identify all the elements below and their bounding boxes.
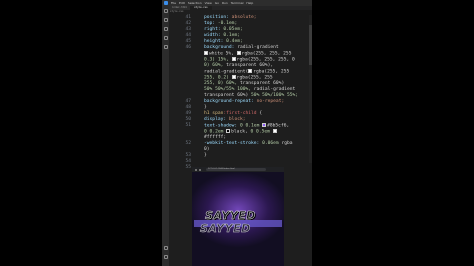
code-token: absolute;	[231, 15, 257, 20]
gear-icon[interactable]	[163, 255, 168, 259]
account-icon[interactable]	[163, 246, 168, 250]
code-token: right:	[204, 27, 224, 32]
code-token: top:	[204, 21, 218, 26]
color-swatch-icon[interactable]	[231, 57, 236, 61]
code-token: 0.1em;	[223, 33, 240, 38]
code-token: }	[204, 153, 207, 158]
vscode-window: File Edit Selection View Go Run Terminal…	[162, 0, 312, 266]
code-token: transparent 60%),	[226, 63, 274, 68]
code-token: no-repeat;	[256, 99, 285, 104]
code-token: rgba(255, 255	[236, 75, 273, 81]
code-token: position:	[204, 15, 232, 20]
code-editor[interactable]: 41 position: absolute; 42 top: -0.1em; 43 rig…	[169, 15, 312, 170]
heading-line-2: SAYYED	[200, 222, 251, 235]
code-token: 0.3) 15%,	[204, 57, 232, 63]
code-token: width:	[204, 33, 224, 38]
code-token: 50% 50%/100% 55%;	[251, 93, 299, 98]
code-token: rgba(255, 255	[253, 69, 290, 75]
editor-tabs: index.html style.css	[169, 6, 312, 10]
code-token: 0 0.5em	[250, 129, 273, 135]
color-swatch-icon[interactable]	[231, 75, 236, 79]
code-token: radial-gradient	[237, 45, 279, 50]
code-token: 0.06em	[262, 141, 282, 146]
code-token: radial-gradient	[253, 87, 296, 92]
code-token: height:	[204, 39, 227, 44]
code-token: radial-gradient(	[204, 69, 249, 75]
code-token: 0 0.1em	[239, 123, 263, 129]
activity-bar	[162, 6, 169, 266]
code-token: block;	[228, 117, 246, 122]
code-token: 255, 0.2)	[204, 75, 232, 81]
code-token: #8b5cf6,	[267, 123, 293, 129]
scrollbar-thumb[interactable]	[309, 25, 312, 65]
heading-line-1: SAYYED	[205, 209, 256, 222]
reload-icon[interactable]	[199, 168, 201, 171]
url-input[interactable]: 127.0.0.1:5500/index.html	[206, 168, 266, 171]
extensions-icon[interactable]	[163, 45, 168, 49]
code-token: :first-child	[223, 111, 257, 116]
search-icon[interactable]	[163, 18, 168, 22]
code-token: -0.1em;	[217, 21, 238, 26]
code-token: 0.4em;	[226, 39, 243, 44]
code-token: 0)	[204, 147, 210, 152]
color-swatch-icon[interactable]	[204, 51, 208, 55]
line-number: 55	[185, 165, 191, 170]
code-token: transparent 60%)	[239, 81, 285, 86]
back-icon[interactable]	[195, 168, 197, 171]
code-token: text-shadow:	[204, 123, 240, 129]
tab-style-css[interactable]: style.css	[191, 6, 212, 10]
color-swatch-icon[interactable]	[226, 129, 231, 133]
code-token: 0.05em;	[223, 27, 243, 32]
breadcrumb[interactable]: style.css	[170, 10, 184, 14]
code-token: white 5%,	[209, 51, 237, 57]
vscode-logo-icon	[164, 1, 168, 5]
browser-preview: 127.0.0.1:5500/index.html SAYYED SAYYED	[192, 167, 284, 266]
color-swatch-icon[interactable]	[262, 123, 267, 127]
code-token: #ffffff;	[204, 135, 227, 140]
color-swatch-icon[interactable]	[236, 51, 241, 55]
code-token: rgba	[281, 141, 293, 146]
preview-stage: SAYYED SAYYED	[192, 172, 284, 266]
source-control-icon[interactable]	[163, 27, 168, 31]
code-token: 0) 60%,	[204, 63, 227, 68]
run-debug-icon[interactable]	[163, 36, 168, 40]
code-token: {	[256, 111, 263, 116]
code-token: rgba(255, 255, 255	[241, 51, 292, 57]
code-token: background-repeat:	[204, 99, 257, 104]
code-token: 255, 0) 60%,	[204, 81, 240, 86]
editor-scrollbar[interactable]	[309, 15, 312, 163]
code-token: rgba(255, 255, 255, 0	[236, 57, 295, 63]
code-token: h1 span	[204, 111, 224, 116]
code-token: black,	[231, 129, 251, 135]
code-token: }	[204, 105, 207, 110]
code-token: background:	[204, 45, 238, 50]
code-token: -webkit-text-stroke:	[204, 141, 263, 146]
code-token: 50% 50%/55% 100%,	[204, 87, 254, 92]
color-swatch-icon[interactable]	[248, 69, 253, 73]
explorer-icon[interactable]	[163, 9, 168, 13]
color-swatch-icon[interactable]	[272, 129, 277, 133]
code-token: transparent 60%)	[204, 93, 252, 98]
code-token: 0 0.2em	[204, 129, 227, 135]
code-token: display:	[204, 117, 229, 122]
